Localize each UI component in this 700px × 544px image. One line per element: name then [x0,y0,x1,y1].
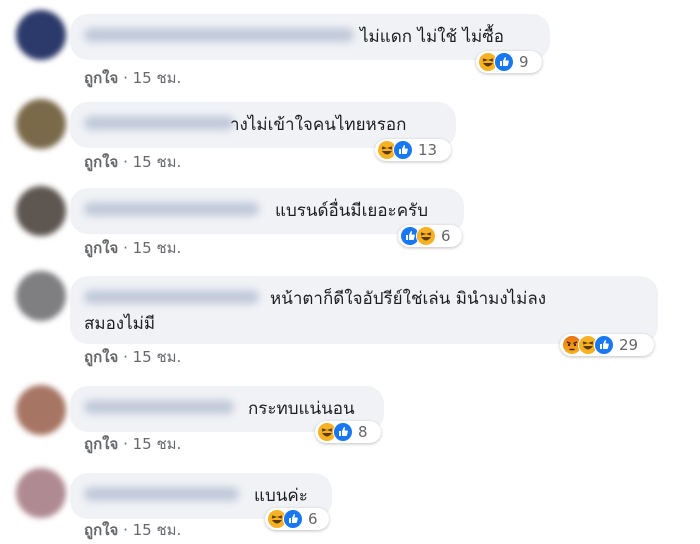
reaction-count: 6 [441,227,451,245]
like-link[interactable]: ถูกใจ [84,239,118,257]
avatar[interactable] [16,10,66,60]
reaction-summary[interactable]: 6 [265,508,329,530]
haha-icon [416,226,436,246]
comment-text: แบนค่ะ [254,486,308,506]
reaction-count: 6 [308,510,318,528]
timestamp[interactable]: 15 ชม. [133,69,182,87]
reaction-count: 9 [519,53,529,71]
timestamp[interactable]: 15 ชม. [133,348,182,366]
comment-text-line2: สมองไม่มี [84,314,156,334]
reaction-count: 29 [619,336,639,354]
like-link[interactable]: ถูกใจ [84,348,118,366]
separator: · [123,69,128,87]
blurred-author-name[interactable] [84,290,259,304]
like-icon [333,422,353,442]
avatar[interactable] [16,385,66,435]
comment-meta: ถูกใจ · 15 ชม. [84,66,181,90]
separator: · [123,521,128,539]
timestamp[interactable]: 15 ชม. [133,153,182,171]
comment-meta: ถูกใจ · 15 ชม. [84,345,181,369]
like-link[interactable]: ถูกใจ [84,521,118,539]
reaction-count: 13 [418,141,438,159]
separator: · [123,435,128,453]
blurred-author-name[interactable] [84,400,234,414]
reaction-summary[interactable]: 29 [560,334,654,356]
comment-bubble: ไม่แดก ไม่ใช้ ไม่ซื้อ [70,14,550,60]
like-icon [594,335,614,355]
like-link[interactable]: ถูกใจ [84,435,118,453]
separator: · [123,348,128,366]
blurred-author-name[interactable] [84,202,259,216]
avatar[interactable] [16,186,66,236]
comment-text: กระทบแน่นอน [248,399,355,419]
like-link[interactable]: ถูกใจ [84,69,118,87]
comment-text: หน้าตาก็ดีใจอัปรีย์ใช่เล่น มินำมงไม่ลง [270,289,547,309]
comment-text: างไม่เข้าใจคนไทยหรอก [230,115,407,135]
timestamp[interactable]: 15 ชม. [133,435,182,453]
comment-text: ไม่แดก ไม่ใช้ ไม่ซื้อ [360,27,504,47]
comment-meta: ถูกใจ · 15 ชม. [84,236,181,260]
comment-text: แบรนด์อื่นมีเยอะครับ [275,201,428,221]
reaction-summary[interactable]: 8 [315,421,381,443]
reaction-summary[interactable]: 9 [476,51,542,73]
avatar[interactable] [16,468,66,518]
timestamp[interactable]: 15 ชม. [133,521,182,539]
like-link[interactable]: ถูกใจ [84,153,118,171]
reaction-summary[interactable]: 6 [398,225,462,247]
avatar[interactable] [16,99,66,149]
like-icon [283,509,303,529]
reaction-summary[interactable]: 13 [375,139,451,161]
like-icon [393,140,413,160]
reaction-count: 8 [358,423,368,441]
separator: · [123,153,128,171]
avatar[interactable] [16,271,66,321]
blurred-author-name[interactable] [84,28,354,42]
like-icon [494,52,514,72]
blurred-author-name[interactable] [84,487,239,501]
comment-meta: ถูกใจ · 15 ชม. [84,432,181,456]
separator: · [123,239,128,257]
blurred-author-name[interactable] [84,116,234,130]
timestamp[interactable]: 15 ชม. [133,239,182,257]
comment-meta: ถูกใจ · 15 ชม. [84,150,181,174]
comment-meta: ถูกใจ · 15 ชม. [84,518,181,542]
